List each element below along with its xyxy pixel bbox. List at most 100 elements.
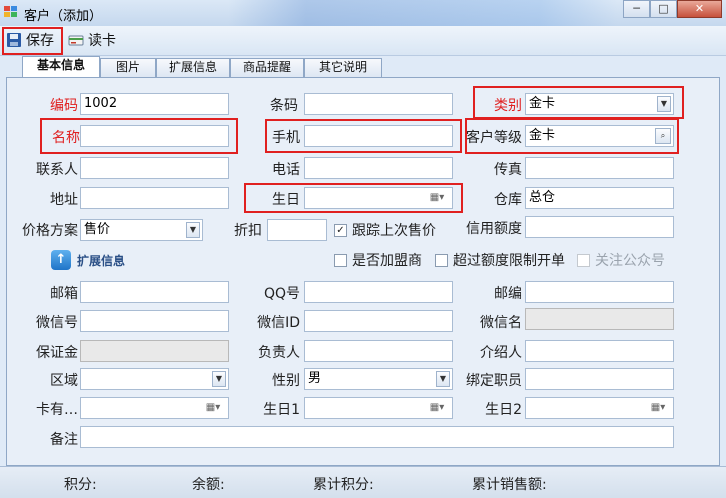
- warehouse-label: 仓库: [494, 192, 522, 208]
- wechat-id-label: 微信ID: [257, 315, 300, 331]
- calendar-icon[interactable]: ▦▾: [424, 189, 450, 207]
- code-input[interactable]: 1002: [80, 93, 229, 115]
- code-label: 编码: [50, 98, 78, 114]
- tab-images[interactable]: 图片: [100, 58, 156, 77]
- close-button[interactable]: ✕: [677, 0, 722, 18]
- region-select[interactable]: ▼: [80, 368, 229, 390]
- price-scheme-select[interactable]: 售价 ▼: [80, 219, 203, 241]
- address-input[interactable]: [80, 187, 229, 209]
- track-last-price-label: 跟踪上次售价: [352, 223, 436, 239]
- app-icon: [4, 6, 18, 18]
- postcode-input[interactable]: [525, 281, 674, 303]
- over-limit-checkbox[interactable]: 超过额度限制开单: [435, 250, 565, 270]
- price-scheme-value: 售价: [84, 222, 111, 237]
- cumulative-points-label: 累计积分:: [313, 477, 374, 493]
- barcode-label: 条码: [270, 98, 298, 114]
- customer-level-input[interactable]: 金卡 ⌕: [525, 125, 674, 147]
- status-bar: 积分: 余额: 累计积分: 累计销售额:: [0, 466, 726, 498]
- tab-extended-info[interactable]: 扩展信息: [156, 58, 230, 77]
- birthday2-label: 生日2: [485, 402, 522, 418]
- birthday1-picker[interactable]: ▦▾: [304, 397, 453, 419]
- remark-label: 备注: [50, 432, 78, 448]
- deposit-input: [80, 340, 229, 362]
- category-value: 金卡: [529, 96, 556, 111]
- deposit-label: 保证金: [36, 345, 78, 361]
- credit-input[interactable]: [525, 216, 674, 238]
- discount-input[interactable]: [267, 219, 327, 241]
- qq-input[interactable]: [304, 281, 453, 303]
- chevron-down-icon[interactable]: ▼: [186, 222, 200, 238]
- calendar-icon[interactable]: ▦▾: [424, 399, 450, 417]
- join-checkbox[interactable]: 是否加盟商: [334, 250, 422, 270]
- title-bar-glass: [228, 0, 618, 26]
- credit-label: 信用额度: [466, 221, 522, 237]
- bound-staff-label: 绑定职员: [466, 373, 522, 389]
- bound-staff-input[interactable]: [525, 368, 674, 390]
- qq-label: QQ号: [263, 286, 300, 302]
- warehouse-input[interactable]: 总仓: [525, 187, 674, 209]
- title-bar: 客户（添加） ─ □ ✕: [0, 0, 726, 26]
- tab-product-reminder[interactable]: 商品提醒: [230, 58, 304, 77]
- gender-select[interactable]: 男 ▼: [304, 368, 453, 390]
- category-label: 类别: [494, 98, 522, 114]
- magnifier-icon[interactable]: ⌕: [655, 128, 671, 144]
- tab-strip: 基本信息 图片 扩展信息 商品提醒 其它说明: [0, 55, 726, 77]
- birthday2-picker[interactable]: ▦▾: [525, 397, 674, 419]
- read-card-label: 读卡: [88, 33, 116, 49]
- customer-level-label: 客户等级: [466, 130, 522, 146]
- minimize-button[interactable]: ─: [623, 0, 650, 18]
- mobile-label: 手机: [272, 130, 300, 146]
- cumulative-sales-label: 累计销售额:: [472, 477, 547, 493]
- chevron-down-icon[interactable]: ▼: [657, 96, 671, 112]
- track-last-price-checkbox[interactable]: ✓ 跟踪上次售价: [334, 220, 436, 240]
- points-label: 积分:: [64, 477, 97, 493]
- calendar-icon[interactable]: ▦▾: [200, 399, 226, 417]
- fax-input[interactable]: [525, 157, 674, 179]
- gender-value: 男: [308, 371, 322, 386]
- checkmark-icon: ✓: [334, 223, 347, 237]
- maximize-button[interactable]: □: [650, 0, 677, 18]
- wechat-label: 微信号: [36, 315, 78, 331]
- person-in-charge-input[interactable]: [304, 340, 453, 362]
- save-button[interactable]: 保存: [2, 28, 62, 52]
- floppy-disk-icon: [6, 32, 22, 48]
- balance-label: 余额:: [192, 477, 225, 493]
- chevron-down-icon[interactable]: ▼: [436, 371, 450, 387]
- address-label: 地址: [50, 192, 78, 208]
- region-label: 区域: [50, 373, 78, 389]
- checkbox-box: [577, 253, 590, 267]
- window-title: 客户（添加）: [24, 9, 103, 24]
- wechat-id-input[interactable]: [304, 310, 453, 332]
- contact-input[interactable]: [80, 157, 229, 179]
- name-label: 名称: [52, 130, 80, 146]
- wechat-name-label: 微信名: [480, 315, 522, 331]
- save-label: 保存: [26, 33, 54, 49]
- calendar-icon[interactable]: ▦▾: [645, 399, 671, 417]
- fax-label: 传真: [494, 162, 522, 178]
- read-card-button[interactable]: 读卡: [64, 28, 124, 52]
- referrer-input[interactable]: [525, 340, 674, 362]
- chevron-down-icon[interactable]: ▼: [212, 371, 226, 387]
- card-valid-picker[interactable]: ▦▾: [80, 397, 229, 419]
- mobile-input[interactable]: [304, 125, 453, 147]
- category-select[interactable]: 金卡 ▼: [525, 93, 674, 115]
- email-input[interactable]: [80, 281, 229, 303]
- birthday-picker[interactable]: ▦▾: [304, 187, 453, 209]
- wechat-name-input: [525, 308, 674, 330]
- remark-input[interactable]: [80, 426, 674, 448]
- contact-label: 联系人: [36, 162, 78, 178]
- wechat-input[interactable]: [80, 310, 229, 332]
- customer-level-value: 金卡: [529, 128, 556, 143]
- over-limit-label: 超过额度限制开单: [453, 253, 565, 269]
- expand-info-label: 扩展信息: [77, 253, 126, 268]
- tab-other-notes[interactable]: 其它说明: [304, 58, 382, 77]
- referrer-label: 介绍人: [480, 345, 522, 361]
- postcode-label: 邮编: [494, 286, 522, 302]
- arrow-up-icon: ↑: [51, 250, 71, 270]
- email-label: 邮箱: [50, 286, 78, 302]
- expand-info-toggle[interactable]: ↑ 扩展信息: [51, 250, 125, 270]
- phone-input[interactable]: [304, 157, 453, 179]
- barcode-input[interactable]: [304, 93, 453, 115]
- name-input[interactable]: [80, 125, 229, 147]
- tab-basic-info[interactable]: 基本信息: [22, 56, 100, 77]
